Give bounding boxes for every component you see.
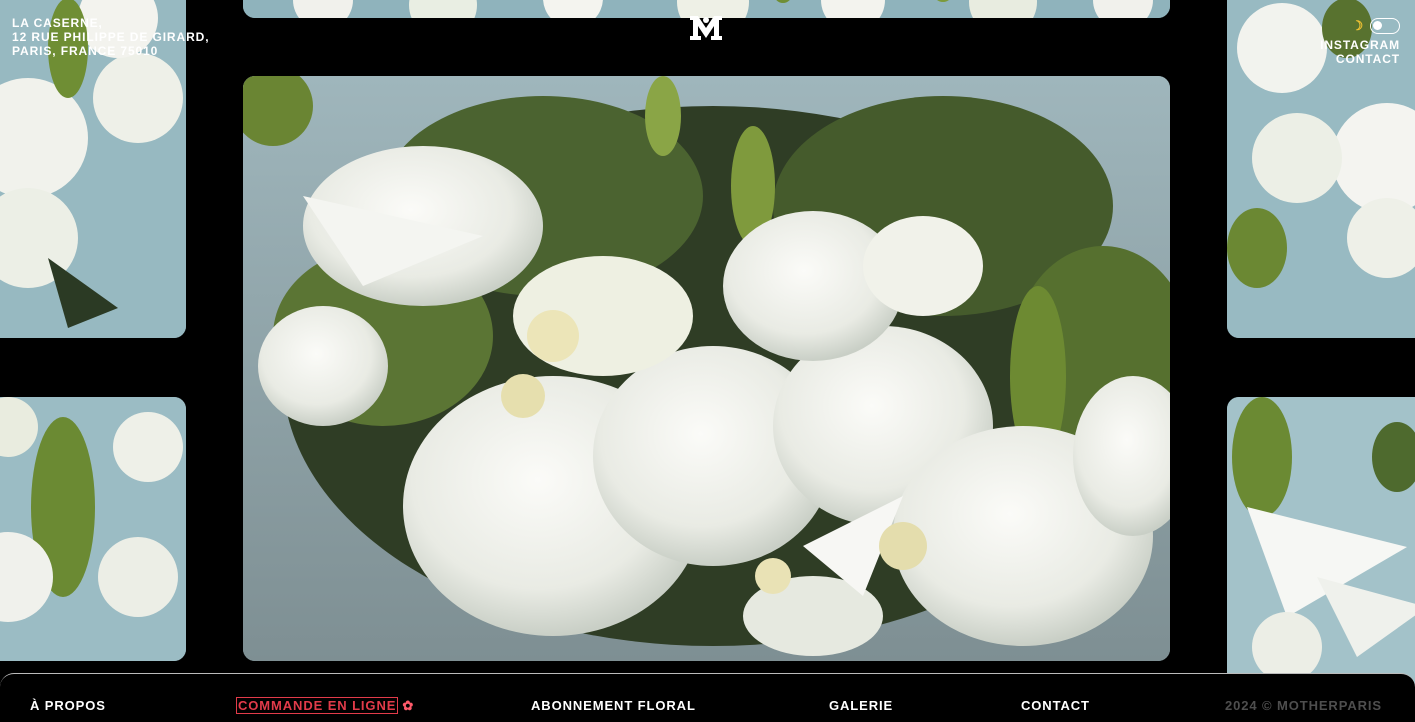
gallery-image-left-bottom[interactable] [0, 397, 186, 661]
top-right-menu: ☽ INSTAGRAM CONTACT [1320, 16, 1400, 66]
moon-icon: ☽ [1351, 18, 1364, 33]
gallery-image-main[interactable] [243, 76, 1170, 661]
footer-link-galerie[interactable]: GALERIE [829, 698, 893, 713]
address-line-2: 12 RUE PHILIPPE DE GIRARD, [12, 30, 210, 44]
address-line-3: PARIS, FRANCE 75010 [12, 44, 159, 58]
footer-nav: À PROPOS COMMANDE EN LIGNE ✿ ABONNEMENT F… [0, 673, 1415, 722]
contact-link-top[interactable]: CONTACT [1320, 52, 1400, 66]
copyright-text: 2024 © MOTHERPARIS [1224, 698, 1382, 713]
theme-toggle[interactable] [1370, 18, 1400, 34]
footer-link-abonnement[interactable]: ABONNEMENT FLORAL [531, 698, 696, 713]
flower-icon: ✿ [402, 698, 415, 713]
footer-link-apropos[interactable]: À PROPOS [30, 698, 106, 713]
address-block: LA CASERNE, 12 RUE PHILIPPE DE GIRARD, P… [12, 16, 209, 58]
footer-link-contact[interactable]: CONTACT [1021, 698, 1090, 713]
instagram-link[interactable]: INSTAGRAM [1320, 38, 1400, 52]
toggle-knob [1373, 21, 1382, 30]
footer-link-commande[interactable]: COMMANDE EN LIGNE ✿ [236, 697, 415, 714]
theme-toggle-row: ☽ [1320, 16, 1400, 36]
gallery-image-right-bottom[interactable] [1227, 397, 1415, 687]
commande-label: COMMANDE EN LIGNE [236, 697, 399, 714]
m-monogram-icon[interactable] [689, 14, 723, 42]
address-line-1: LA CASERNE, [12, 16, 103, 30]
